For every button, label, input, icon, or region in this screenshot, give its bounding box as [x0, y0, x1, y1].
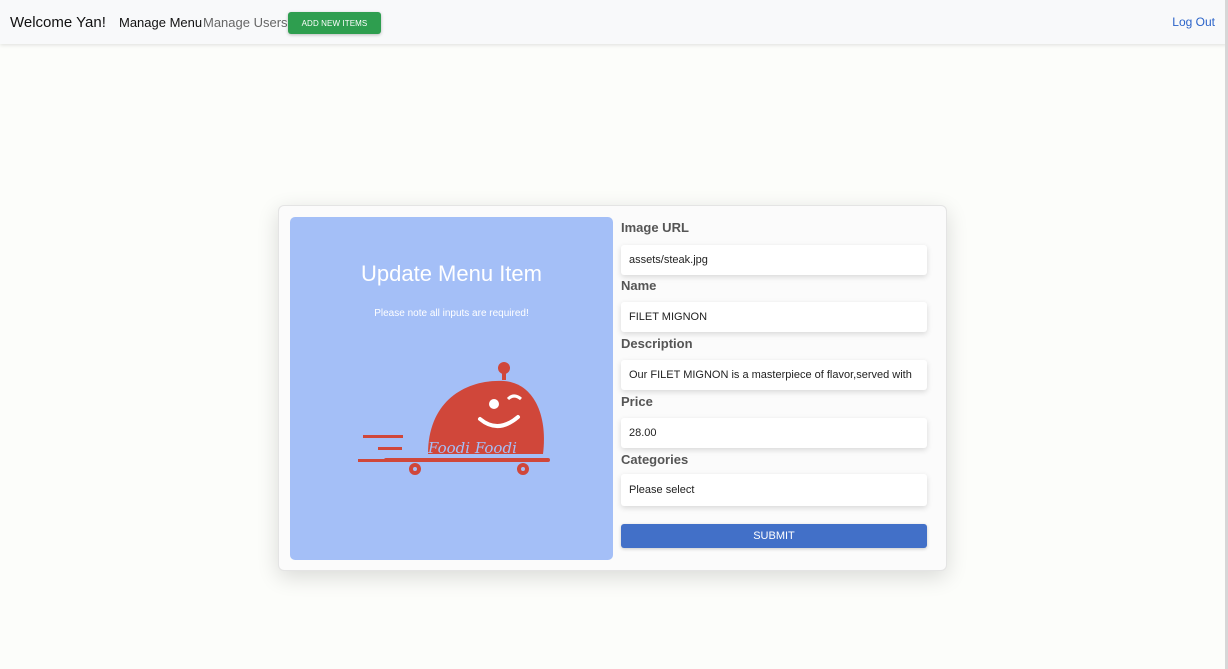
description-label: Description — [621, 336, 693, 351]
submit-button[interactable]: SUBMIT — [621, 524, 927, 548]
logout-link[interactable]: Log Out — [1172, 15, 1215, 29]
required-note: Please note all inputs are required! — [374, 308, 529, 319]
page-title: Update Menu Item — [361, 261, 542, 286]
add-new-items-button[interactable]: ADD NEW ITEMS — [288, 12, 381, 34]
description-input[interactable] — [621, 360, 927, 390]
image-url-label: Image URL — [621, 220, 689, 235]
update-item-card: Update Menu Item Please note all inputs … — [278, 205, 947, 571]
info-panel: Update Menu Item Please note all inputs … — [290, 217, 613, 560]
image-url-input[interactable] — [621, 245, 927, 275]
price-input[interactable] — [621, 418, 927, 448]
logo-text: Foodi Foodi — [427, 439, 517, 457]
welcome-text: Welcome Yan! — [10, 14, 106, 31]
name-input[interactable] — [621, 302, 927, 332]
navbar: Welcome Yan! Manage Menu Manage Users AD… — [0, 0, 1228, 44]
nav-manage-menu[interactable]: Manage Menu — [119, 15, 202, 30]
price-label: Price — [621, 394, 653, 409]
categories-label: Categories — [621, 452, 689, 467]
foodi-logo-icon: Foodi Foodi — [358, 362, 550, 475]
categories-select[interactable]: Please select — [621, 474, 927, 506]
name-label: Name — [621, 278, 657, 293]
nav-manage-users[interactable]: Manage Users — [203, 15, 288, 30]
